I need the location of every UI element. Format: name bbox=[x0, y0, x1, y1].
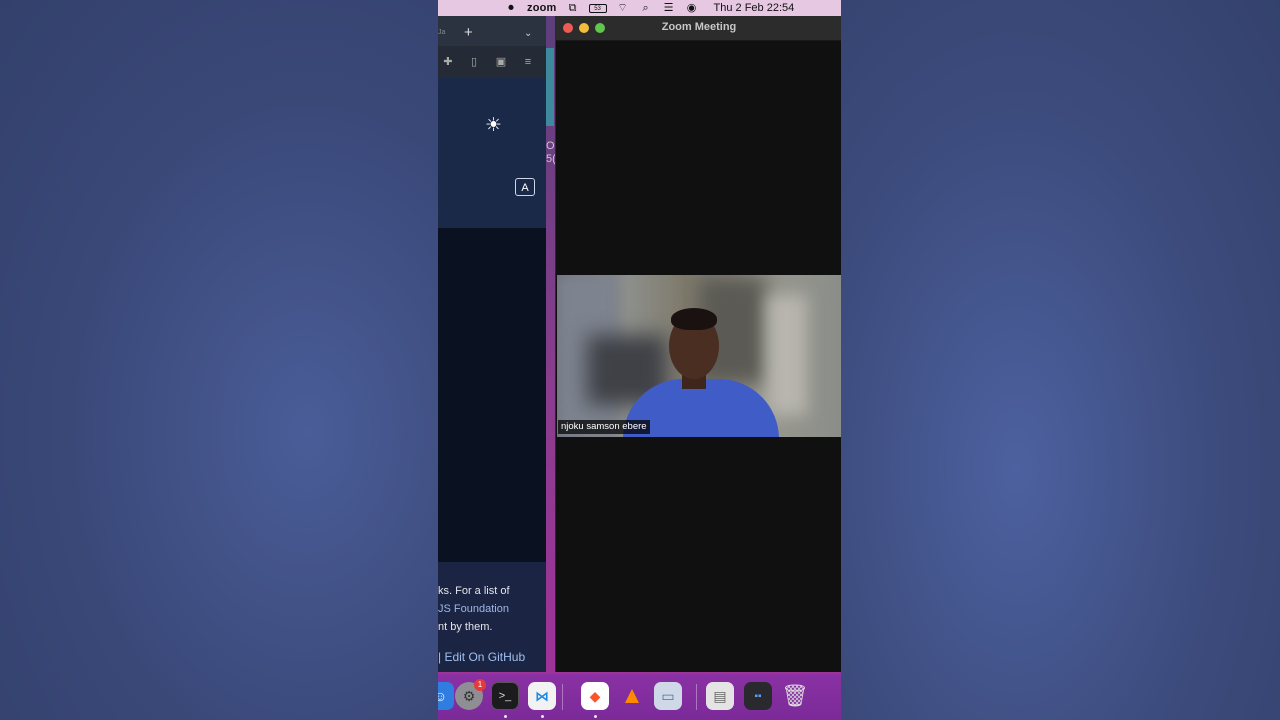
wifi-icon[interactable]: ⌔ bbox=[616, 2, 630, 14]
participant-name-tag: njoku samson ebere bbox=[558, 420, 650, 434]
browser-toolbar: ✚ ▯ ▣ ≡ bbox=[438, 46, 546, 78]
trash-icon[interactable]: 🗑 bbox=[781, 682, 809, 710]
zoom-title-bar[interactable]: Zoom Meeting bbox=[556, 16, 841, 41]
zoom-menu-app[interactable]: zoom bbox=[527, 2, 557, 14]
clock[interactable]: Thu 2 Feb 22:54 bbox=[714, 2, 795, 14]
extensions-icon[interactable]: ✚ bbox=[442, 56, 454, 68]
new-tab-button[interactable]: + bbox=[464, 25, 473, 40]
terminal-icon[interactable]: >_ bbox=[491, 682, 519, 710]
brave-browser-icon[interactable]: ◆ bbox=[581, 682, 609, 710]
page-content bbox=[438, 228, 546, 562]
control-center-icon[interactable]: ☰ bbox=[662, 2, 676, 14]
browser-window: Ja + ⌄ ✚ ▯ ▣ ≡ ☀ A ks. For a list of JS … bbox=[438, 16, 546, 672]
running-indicator bbox=[504, 715, 507, 718]
screen-recording: ⏺ zoom ⧉ 53 ⌔ ⌕ ☰ ◉ Thu 2 Feb 22:54 Ja +… bbox=[438, 0, 841, 720]
record-icon[interactable]: ⏺ bbox=[504, 2, 518, 14]
siri-icon[interactable]: ◉ bbox=[685, 2, 699, 14]
search-icon[interactable]: ⌕ bbox=[639, 2, 653, 14]
vscode-icon[interactable]: ⋈ bbox=[528, 682, 556, 710]
menu-bar: ⏺ zoom ⧉ 53 ⌔ ⌕ ☰ ◉ Thu 2 Feb 22:54 bbox=[438, 0, 841, 16]
wallpaper-right bbox=[841, 0, 1280, 720]
participant-hair bbox=[671, 308, 717, 330]
zoom-meeting-window: Zoom Meeting njoku samson ebere bbox=[555, 16, 841, 672]
footer-text-line-3: nt by them. bbox=[438, 621, 493, 633]
dock-separator bbox=[696, 684, 697, 710]
video-background-blur bbox=[767, 295, 807, 415]
theme-toggle-sun-icon[interactable]: ☀ bbox=[485, 116, 502, 136]
sidebar-icon[interactable]: ▯ bbox=[468, 56, 480, 68]
dock: ☺ ⚙ 1 >_ ⋈ ◆ ▲ ▭ ▤ ▪▪ 🗑 bbox=[438, 674, 841, 720]
window-icon[interactable]: ⧉ bbox=[566, 2, 580, 14]
printer-icon[interactable]: ▤ bbox=[706, 682, 734, 710]
browser-tab-label[interactable]: Ja bbox=[438, 29, 445, 36]
background-window-edge bbox=[546, 48, 554, 126]
screenshot-app-icon[interactable]: ▪▪ bbox=[744, 682, 772, 710]
finder-icon[interactable]: ☺ bbox=[438, 682, 454, 710]
running-indicator bbox=[541, 715, 544, 718]
footer-link-foundation[interactable]: JS Foundation bbox=[438, 603, 509, 615]
browser-tab-bar: Ja + ⌄ bbox=[438, 16, 546, 46]
chevron-down-icon[interactable]: ⌄ bbox=[524, 28, 532, 39]
notification-badge: 1 bbox=[474, 679, 486, 691]
wallpaper-left bbox=[0, 0, 438, 720]
participant-video[interactable]: njoku samson ebere bbox=[557, 275, 841, 437]
footer-text-line-1: ks. For a list of bbox=[438, 585, 510, 597]
vlc-icon[interactable]: ▲ bbox=[618, 682, 646, 710]
translate-icon[interactable]: A bbox=[515, 178, 535, 196]
page-header bbox=[438, 78, 546, 228]
running-indicator bbox=[594, 715, 597, 718]
wallet-icon[interactable]: ▣ bbox=[495, 56, 507, 68]
menu-icon[interactable]: ≡ bbox=[522, 56, 534, 68]
window-title: Zoom Meeting bbox=[661, 21, 737, 33]
edit-on-github-link[interactable]: | Edit On GitHub bbox=[438, 650, 525, 664]
dock-separator bbox=[562, 684, 563, 710]
preview-icon[interactable]: ▭ bbox=[654, 682, 682, 710]
battery-icon[interactable]: 53 bbox=[588, 3, 607, 13]
